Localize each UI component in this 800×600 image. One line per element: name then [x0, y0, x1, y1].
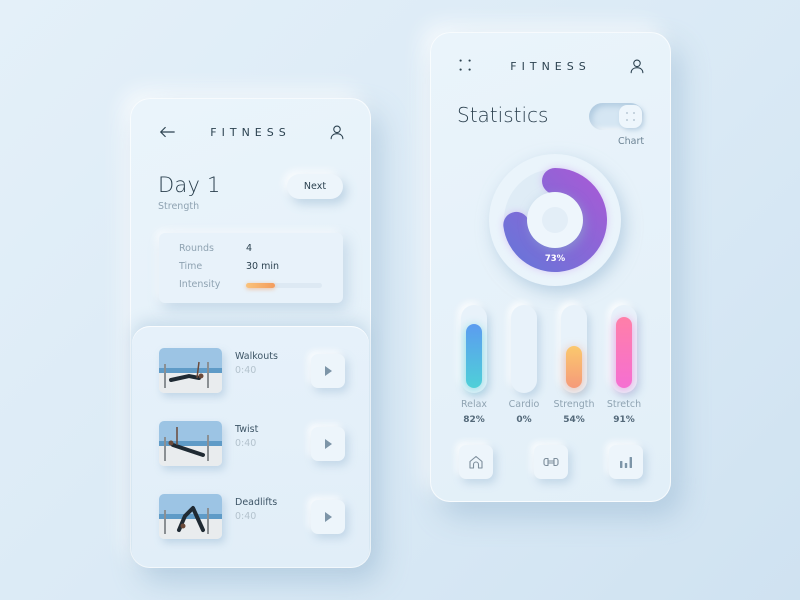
exercise-name: Deadlifts — [235, 497, 278, 508]
day-subtitle: Strength — [158, 201, 200, 212]
stat-value: 30 min — [246, 261, 280, 272]
dumbbell-icon — [543, 457, 559, 467]
workout-card: FITNESS Day 1 Strength Next Rounds 4 Time… — [130, 98, 371, 568]
bar-fill — [616, 317, 632, 388]
knob-dot — [626, 112, 628, 114]
next-button[interactable]: Next — [287, 174, 343, 199]
exercise-item[interactable]: Deadlifts 0:40 — [159, 494, 349, 544]
bar-track — [461, 305, 487, 393]
stat-value: 4 — [246, 243, 253, 254]
exercise-duration: 0:40 — [235, 365, 257, 376]
day-title: Day 1 — [158, 173, 221, 197]
chart-toggle[interactable] — [589, 103, 644, 130]
exercise-item[interactable]: Walkouts 0:40 — [159, 348, 349, 398]
home-icon — [469, 455, 483, 469]
knob-dot — [626, 119, 628, 121]
exercise-item[interactable]: Twist 0:40 — [159, 421, 349, 471]
knob-dot — [633, 119, 635, 121]
bar-chart-icon — [620, 457, 632, 468]
exercise-thumbnail[interactable] — [159, 494, 222, 539]
bar-track — [611, 305, 637, 393]
stat-label: Time — [179, 261, 203, 272]
play-icon — [325, 366, 332, 376]
play-button[interactable] — [311, 500, 345, 534]
play-button[interactable] — [311, 354, 345, 388]
progress-donut: 73% — [488, 153, 622, 287]
workout-stats: Rounds 4 Time 30 min Intensity — [159, 233, 343, 303]
stat-intensity: Intensity — [179, 279, 246, 290]
user-icon[interactable] — [628, 57, 646, 75]
play-icon — [325, 439, 332, 449]
bar-fill — [566, 346, 582, 388]
statistics-header: FITNESS — [431, 33, 670, 103]
bar-fill — [466, 324, 482, 388]
bar-label: Stretch — [606, 399, 642, 410]
stat-label: Rounds — [179, 243, 215, 254]
exercise-thumbnail[interactable] — [159, 421, 222, 466]
exercise-duration: 0:40 — [235, 438, 257, 449]
bar-track — [511, 305, 537, 393]
exercise-thumbnail[interactable] — [159, 348, 222, 393]
exercise-name: Walkouts — [235, 351, 278, 362]
bottom-nav — [457, 445, 647, 481]
statistics-card: FITNESS Statistics Chart 73% Relax 82% C… — [430, 32, 671, 502]
donut-center — [542, 207, 568, 233]
toggle-knob[interactable] — [619, 105, 642, 128]
nav-stats-button[interactable] — [609, 445, 643, 479]
intensity-bar — [246, 283, 322, 288]
knob-dot — [633, 112, 635, 114]
stat-rounds: Rounds 4 — [179, 243, 252, 254]
intensity-bar-fill — [246, 283, 275, 288]
nav-home-button[interactable] — [459, 445, 493, 479]
donut-percent-label: 73% — [544, 254, 566, 264]
exercise-name: Twist — [235, 424, 259, 435]
play-button[interactable] — [311, 427, 345, 461]
nav-workout-button[interactable] — [534, 445, 568, 479]
stat-time: Time 30 min — [179, 261, 279, 272]
bar-track — [561, 305, 587, 393]
bar-value: 91% — [613, 415, 635, 425]
play-icon — [325, 512, 332, 522]
exercise-duration: 0:40 — [235, 511, 257, 522]
exercise-list: Walkouts 0:40 Twist 0:40 Deadlifts 0:40 — [132, 326, 369, 567]
toggle-label: Chart — [618, 136, 645, 147]
stat-label: Intensity — [179, 279, 221, 290]
user-icon[interactable] — [328, 123, 346, 141]
statistics-title: Statistics — [457, 103, 549, 127]
workout-header: FITNESS — [131, 99, 370, 169]
